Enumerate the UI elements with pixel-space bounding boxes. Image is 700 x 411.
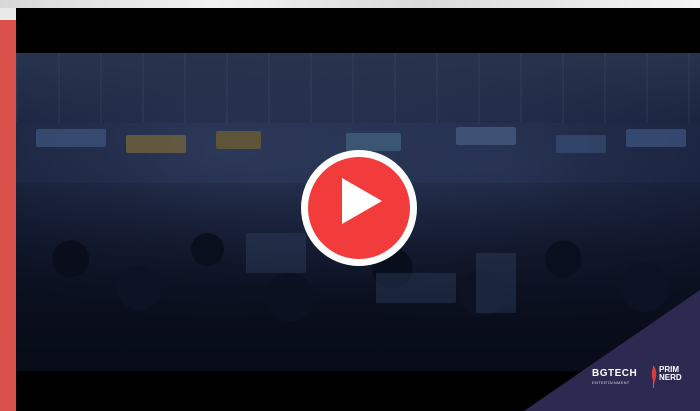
play-button[interactable] [301,150,417,266]
page-background-strip [0,0,700,8]
primenerd-logo-line2: NERD [659,373,682,382]
brand-logos: BGTECH ENTERTAINMENT PRIM NERD [589,358,699,398]
bgtech-logo: BGTECH ENTERTAINMENT [592,368,637,385]
flame-icon [651,366,657,384]
play-icon [342,178,382,224]
accent-bar [0,20,16,411]
primenerd-logo: PRIM NERD [651,366,682,384]
bgtech-logo-text: BGTECH [592,368,638,379]
bgtech-logo-subtext: ENTERTAINMENT [592,380,630,385]
video-player[interactable]: BGTECH ENTERTAINMENT PRIM NERD [16,8,700,411]
